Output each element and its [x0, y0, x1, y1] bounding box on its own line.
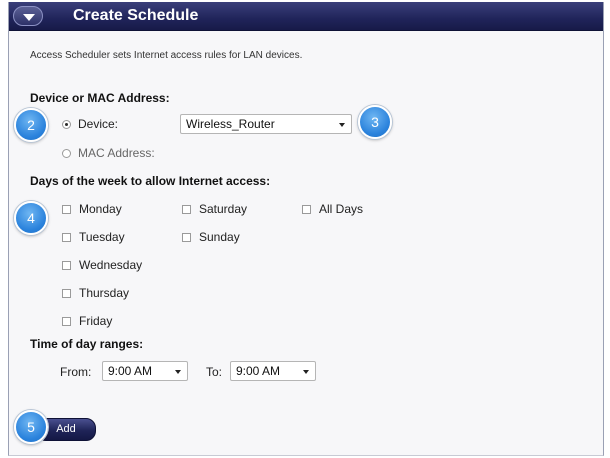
mac-radio[interactable] [62, 148, 71, 158]
day-label: Monday [79, 202, 122, 216]
to-label: To: [206, 365, 223, 379]
panel-titlebar: Create Schedule [9, 2, 603, 31]
chevron-down-icon [23, 14, 35, 21]
day-label: Sunday [199, 230, 240, 244]
callout-badge-2: 2 [14, 108, 48, 142]
from-label: From: [60, 365, 92, 379]
device-radio-option[interactable]: Device: [62, 117, 118, 131]
collapse-button[interactable] [13, 6, 43, 26]
checkbox[interactable] [302, 204, 311, 214]
device-radio[interactable] [62, 119, 71, 129]
device-select-value: Wireless_Router [186, 117, 275, 131]
checkbox[interactable] [62, 232, 71, 242]
checkbox[interactable] [62, 316, 71, 326]
device-select[interactable]: Wireless_Router [180, 114, 352, 134]
mac-radio-label: MAC Address: [78, 146, 155, 160]
day-checkbox-sunday[interactable]: Sunday [182, 230, 240, 244]
all-days-label: All Days [319, 202, 364, 216]
checkbox[interactable] [62, 204, 71, 214]
day-label: Saturday [199, 202, 248, 216]
to-time-value: 9:00 AM [236, 364, 281, 378]
to-time-select[interactable]: 9:00 AM [230, 361, 316, 381]
panel-description: Access Scheduler sets Internet access ru… [30, 50, 303, 61]
days-section-heading: Days of the week to allow Internet acces… [30, 174, 271, 188]
callout-badge-3: 3 [358, 105, 392, 139]
day-label: Thursday [79, 286, 130, 300]
day-checkbox-wednesday[interactable]: Wednesday [62, 258, 142, 272]
dropdown-arrow-icon [339, 123, 345, 127]
dropdown-arrow-icon [303, 370, 309, 374]
callout-badge-5: 5 [14, 410, 48, 444]
day-checkbox-tuesday[interactable]: Tuesday [62, 230, 125, 244]
day-checkbox-thursday[interactable]: Thursday [62, 286, 129, 300]
dropdown-arrow-icon [175, 370, 181, 374]
from-time-select[interactable]: 9:00 AM [102, 361, 188, 381]
checkbox[interactable] [62, 260, 71, 270]
all-days-checkbox[interactable]: All Days [302, 202, 363, 216]
from-time-value: 9:00 AM [108, 364, 153, 378]
create-schedule-panel: Create Schedule [8, 2, 604, 456]
day-label: Friday [79, 314, 113, 328]
time-section-heading: Time of day ranges: [30, 337, 144, 351]
panel-title: Create Schedule [73, 7, 199, 24]
mac-radio-option[interactable]: MAC Address: [62, 146, 155, 160]
day-checkbox-friday[interactable]: Friday [62, 314, 112, 328]
day-label: Tuesday [79, 230, 125, 244]
device-radio-label: Device: [78, 117, 119, 131]
callout-badge-4: 4 [14, 201, 48, 235]
checkbox[interactable] [62, 288, 71, 298]
device-section-heading: Device or MAC Address: [30, 91, 170, 105]
day-checkbox-monday[interactable]: Monday [62, 202, 122, 216]
day-checkbox-saturday[interactable]: Saturday [182, 202, 247, 216]
day-label: Wednesday [79, 258, 143, 272]
checkbox[interactable] [182, 232, 191, 242]
checkbox[interactable] [182, 204, 191, 214]
